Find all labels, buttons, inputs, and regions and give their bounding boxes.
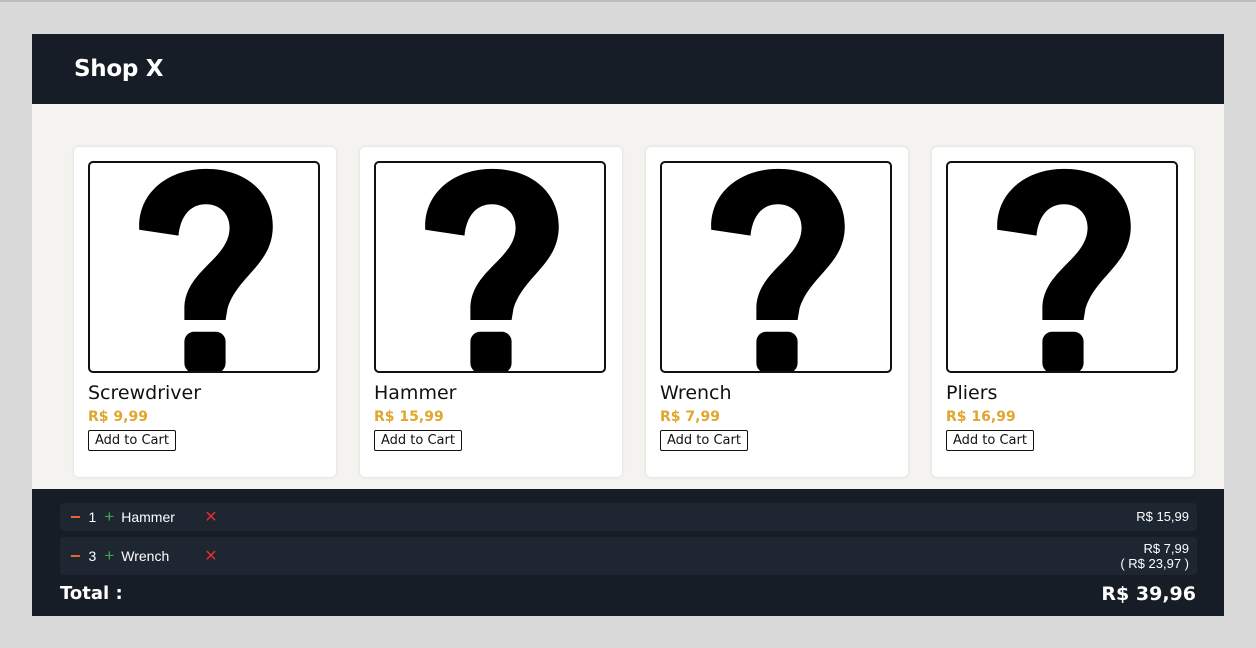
- add-to-cart-button[interactable]: Add to Cart: [374, 430, 462, 451]
- cart-item-controls: − 1 + Hammer ✕: [70, 503, 218, 531]
- product-name: Hammer: [374, 382, 457, 404]
- product-card-pliers: Pliers R$ 16,99 Add to Cart: [932, 147, 1194, 477]
- remove-item-button[interactable]: ✕: [204, 507, 217, 527]
- decrease-quantity-button[interactable]: −: [70, 546, 81, 567]
- shop-title: Shop X: [74, 56, 164, 82]
- add-to-cart-button[interactable]: Add to Cart: [946, 430, 1034, 451]
- cart-item-wrench: − 3 + Wrench ✕ R$ 7,99 ( R$ 23,97 ): [60, 537, 1197, 575]
- product-card-screwdriver: Screwdriver R$ 9,99 Add to Cart: [74, 147, 336, 477]
- question-mark-icon: [711, 168, 845, 371]
- shop-app: Shop X Screwdriver R$ 9,99 Add to Cart H…: [32, 34, 1224, 616]
- product-price: R$ 16,99: [946, 409, 1016, 425]
- question-mark-icon: [425, 168, 559, 371]
- increase-quantity-button[interactable]: +: [104, 507, 114, 527]
- header: Shop X: [32, 34, 1224, 104]
- product-price: R$ 7,99: [660, 409, 720, 425]
- cart-item-hammer: − 1 + Hammer ✕ R$ 15,99: [60, 503, 1197, 531]
- cart-item-unit-price: R$ 15,99: [1136, 509, 1189, 524]
- product-card-wrench: Wrench R$ 7,99 Add to Cart: [646, 147, 908, 477]
- cart-item-controls: − 3 + Wrench ✕: [70, 537, 218, 575]
- product-image: [946, 161, 1178, 373]
- increase-quantity-button[interactable]: +: [104, 546, 114, 566]
- remove-item-button[interactable]: ✕: [204, 546, 217, 566]
- product-name: Pliers: [946, 382, 998, 404]
- product-price: R$ 9,99: [88, 409, 148, 425]
- total-label: Total :: [60, 583, 123, 604]
- product-card-hammer: Hammer R$ 15,99 Add to Cart: [360, 147, 622, 477]
- product-image: [88, 161, 320, 373]
- product-name: Wrench: [660, 382, 732, 404]
- product-price: R$ 15,99: [374, 409, 444, 425]
- cart-panel: − 1 + Hammer ✕ R$ 15,99 − 3 + Wrench ✕ R…: [32, 489, 1224, 616]
- add-to-cart-button[interactable]: Add to Cart: [660, 430, 748, 451]
- question-mark-icon: [139, 168, 273, 371]
- decrease-quantity-button[interactable]: −: [70, 507, 81, 528]
- question-mark-icon: [997, 168, 1131, 371]
- add-to-cart-button[interactable]: Add to Cart: [88, 430, 176, 451]
- cart-item-price: R$ 7,99 ( R$ 23,97 ): [1120, 541, 1189, 571]
- total-value: R$ 39,96: [1101, 583, 1196, 605]
- product-name: Screwdriver: [88, 382, 202, 404]
- cart-item-price: R$ 15,99: [1136, 503, 1189, 531]
- cart-item-name: Wrench: [121, 548, 170, 564]
- cart-item-quantity: 3: [88, 548, 97, 564]
- product-image: [374, 161, 606, 373]
- cart-item-subtotal: ( R$ 23,97 ): [1120, 556, 1189, 571]
- cart-item-unit-price: R$ 7,99: [1143, 541, 1189, 556]
- cart-item-quantity: 1: [88, 509, 97, 525]
- product-grid: Screwdriver R$ 9,99 Add to Cart Hammer R…: [74, 147, 1194, 477]
- product-image: [660, 161, 892, 373]
- cart-item-name: Hammer: [121, 509, 175, 525]
